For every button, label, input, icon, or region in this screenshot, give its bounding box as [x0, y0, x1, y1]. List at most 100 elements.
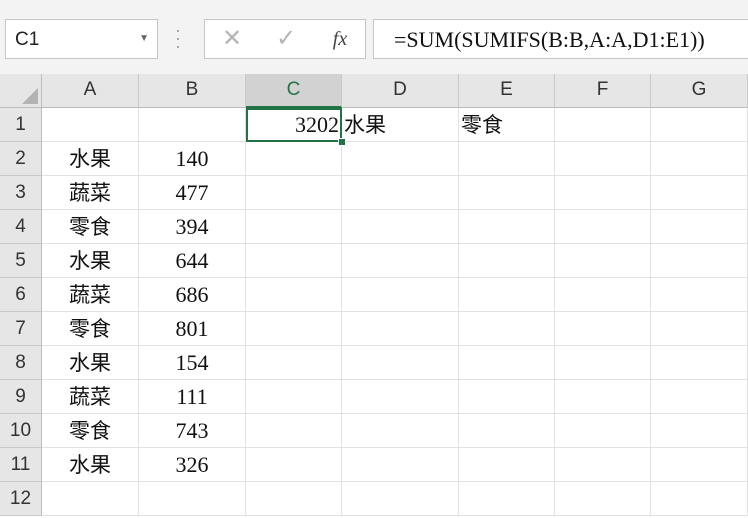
cell-e1[interactable]: 零食 — [459, 108, 555, 142]
cell-c8[interactable] — [246, 346, 342, 380]
cell-f8[interactable] — [555, 346, 651, 380]
cell-c4[interactable] — [246, 210, 342, 244]
cell-d2[interactable] — [342, 142, 459, 176]
cell-d10[interactable] — [342, 414, 459, 448]
cell-g3[interactable] — [651, 176, 748, 210]
row-header-8[interactable]: 8 — [0, 346, 42, 380]
cell-b1[interactable] — [139, 108, 246, 142]
cell-f1[interactable] — [555, 108, 651, 142]
column-header-d[interactable]: D — [342, 74, 459, 108]
cell-d6[interactable] — [342, 278, 459, 312]
row-header-1[interactable]: 1 — [0, 108, 42, 142]
cell-f7[interactable] — [555, 312, 651, 346]
row-header-12[interactable]: 12 — [0, 482, 42, 516]
cell-a4[interactable]: 零食 — [42, 210, 139, 244]
column-header-e[interactable]: E — [459, 74, 555, 108]
row-header-11[interactable]: 11 — [0, 448, 42, 482]
cell-b5[interactable]: 644 — [139, 244, 246, 278]
cell-b10[interactable]: 743 — [139, 414, 246, 448]
fill-handle[interactable] — [338, 138, 346, 146]
cell-b11[interactable]: 326 — [139, 448, 246, 482]
cell-g10[interactable] — [651, 414, 748, 448]
cell-a9[interactable]: 蔬菜 — [42, 380, 139, 414]
cell-d7[interactable] — [342, 312, 459, 346]
cell-e10[interactable] — [459, 414, 555, 448]
cell-e7[interactable] — [459, 312, 555, 346]
cell-e9[interactable] — [459, 380, 555, 414]
column-header-b[interactable]: B — [139, 74, 246, 108]
cell-a7[interactable]: 零食 — [42, 312, 139, 346]
cell-d12[interactable] — [342, 482, 459, 516]
cell-g7[interactable] — [651, 312, 748, 346]
cell-c10[interactable] — [246, 414, 342, 448]
cell-f10[interactable] — [555, 414, 651, 448]
cell-e2[interactable] — [459, 142, 555, 176]
cell-d4[interactable] — [342, 210, 459, 244]
row-header-5[interactable]: 5 — [0, 244, 42, 278]
cell-f11[interactable] — [555, 448, 651, 482]
cell-b6[interactable]: 686 — [139, 278, 246, 312]
name-box[interactable]: C1 ▼ — [5, 19, 158, 59]
column-header-g[interactable]: G — [651, 74, 748, 108]
cell-c6[interactable] — [246, 278, 342, 312]
cell-e3[interactable] — [459, 176, 555, 210]
resize-grip-icon[interactable]: · · · — [175, 21, 181, 55]
cell-a1[interactable] — [42, 108, 139, 142]
cell-b9[interactable]: 111 — [139, 380, 246, 414]
column-header-a[interactable]: A — [42, 74, 139, 108]
cell-a8[interactable]: 水果 — [42, 346, 139, 380]
cell-c1[interactable]: 3202 — [246, 108, 342, 142]
cell-b3[interactable]: 477 — [139, 176, 246, 210]
cell-f5[interactable] — [555, 244, 651, 278]
cell-c2[interactable] — [246, 142, 342, 176]
column-header-f[interactable]: F — [555, 74, 651, 108]
cell-a12[interactable] — [42, 482, 139, 516]
cell-g9[interactable] — [651, 380, 748, 414]
cell-g1[interactable] — [651, 108, 748, 142]
cell-c9[interactable] — [246, 380, 342, 414]
cell-b7[interactable]: 801 — [139, 312, 246, 346]
cell-f9[interactable] — [555, 380, 651, 414]
cell-e5[interactable] — [459, 244, 555, 278]
insert-function-icon[interactable]: fx — [325, 24, 355, 54]
cell-f3[interactable] — [555, 176, 651, 210]
cancel-icon[interactable]: ✕ — [217, 24, 247, 54]
cell-a2[interactable]: 水果 — [42, 142, 139, 176]
cell-c11[interactable] — [246, 448, 342, 482]
cell-b2[interactable]: 140 — [139, 142, 246, 176]
cell-f4[interactable] — [555, 210, 651, 244]
cell-e6[interactable] — [459, 278, 555, 312]
cell-c5[interactable] — [246, 244, 342, 278]
cell-e11[interactable] — [459, 448, 555, 482]
row-header-6[interactable]: 6 — [0, 278, 42, 312]
cell-f12[interactable] — [555, 482, 651, 516]
cell-d8[interactable] — [342, 346, 459, 380]
cell-a5[interactable]: 水果 — [42, 244, 139, 278]
cell-d9[interactable] — [342, 380, 459, 414]
formula-input[interactable]: =SUM(SUMIFS(B:B,A:A,D1:E1)) — [373, 19, 748, 59]
cell-a3[interactable]: 蔬菜 — [42, 176, 139, 210]
cell-g8[interactable] — [651, 346, 748, 380]
cell-a10[interactable]: 零食 — [42, 414, 139, 448]
cell-d3[interactable] — [342, 176, 459, 210]
cell-c3[interactable] — [246, 176, 342, 210]
cell-a6[interactable]: 蔬菜 — [42, 278, 139, 312]
cell-g4[interactable] — [651, 210, 748, 244]
select-all-button[interactable] — [0, 74, 42, 108]
enter-icon[interactable]: ✓ — [271, 24, 301, 54]
column-header-c[interactable]: C — [246, 74, 342, 108]
cell-c7[interactable] — [246, 312, 342, 346]
cell-d5[interactable] — [342, 244, 459, 278]
cell-g11[interactable] — [651, 448, 748, 482]
cell-g6[interactable] — [651, 278, 748, 312]
row-header-7[interactable]: 7 — [0, 312, 42, 346]
cell-g12[interactable] — [651, 482, 748, 516]
cell-b12[interactable] — [139, 482, 246, 516]
row-header-4[interactable]: 4 — [0, 210, 42, 244]
cell-d11[interactable] — [342, 448, 459, 482]
cell-e4[interactable] — [459, 210, 555, 244]
cell-b4[interactable]: 394 — [139, 210, 246, 244]
cell-e8[interactable] — [459, 346, 555, 380]
row-header-3[interactable]: 3 — [0, 176, 42, 210]
cell-g2[interactable] — [651, 142, 748, 176]
